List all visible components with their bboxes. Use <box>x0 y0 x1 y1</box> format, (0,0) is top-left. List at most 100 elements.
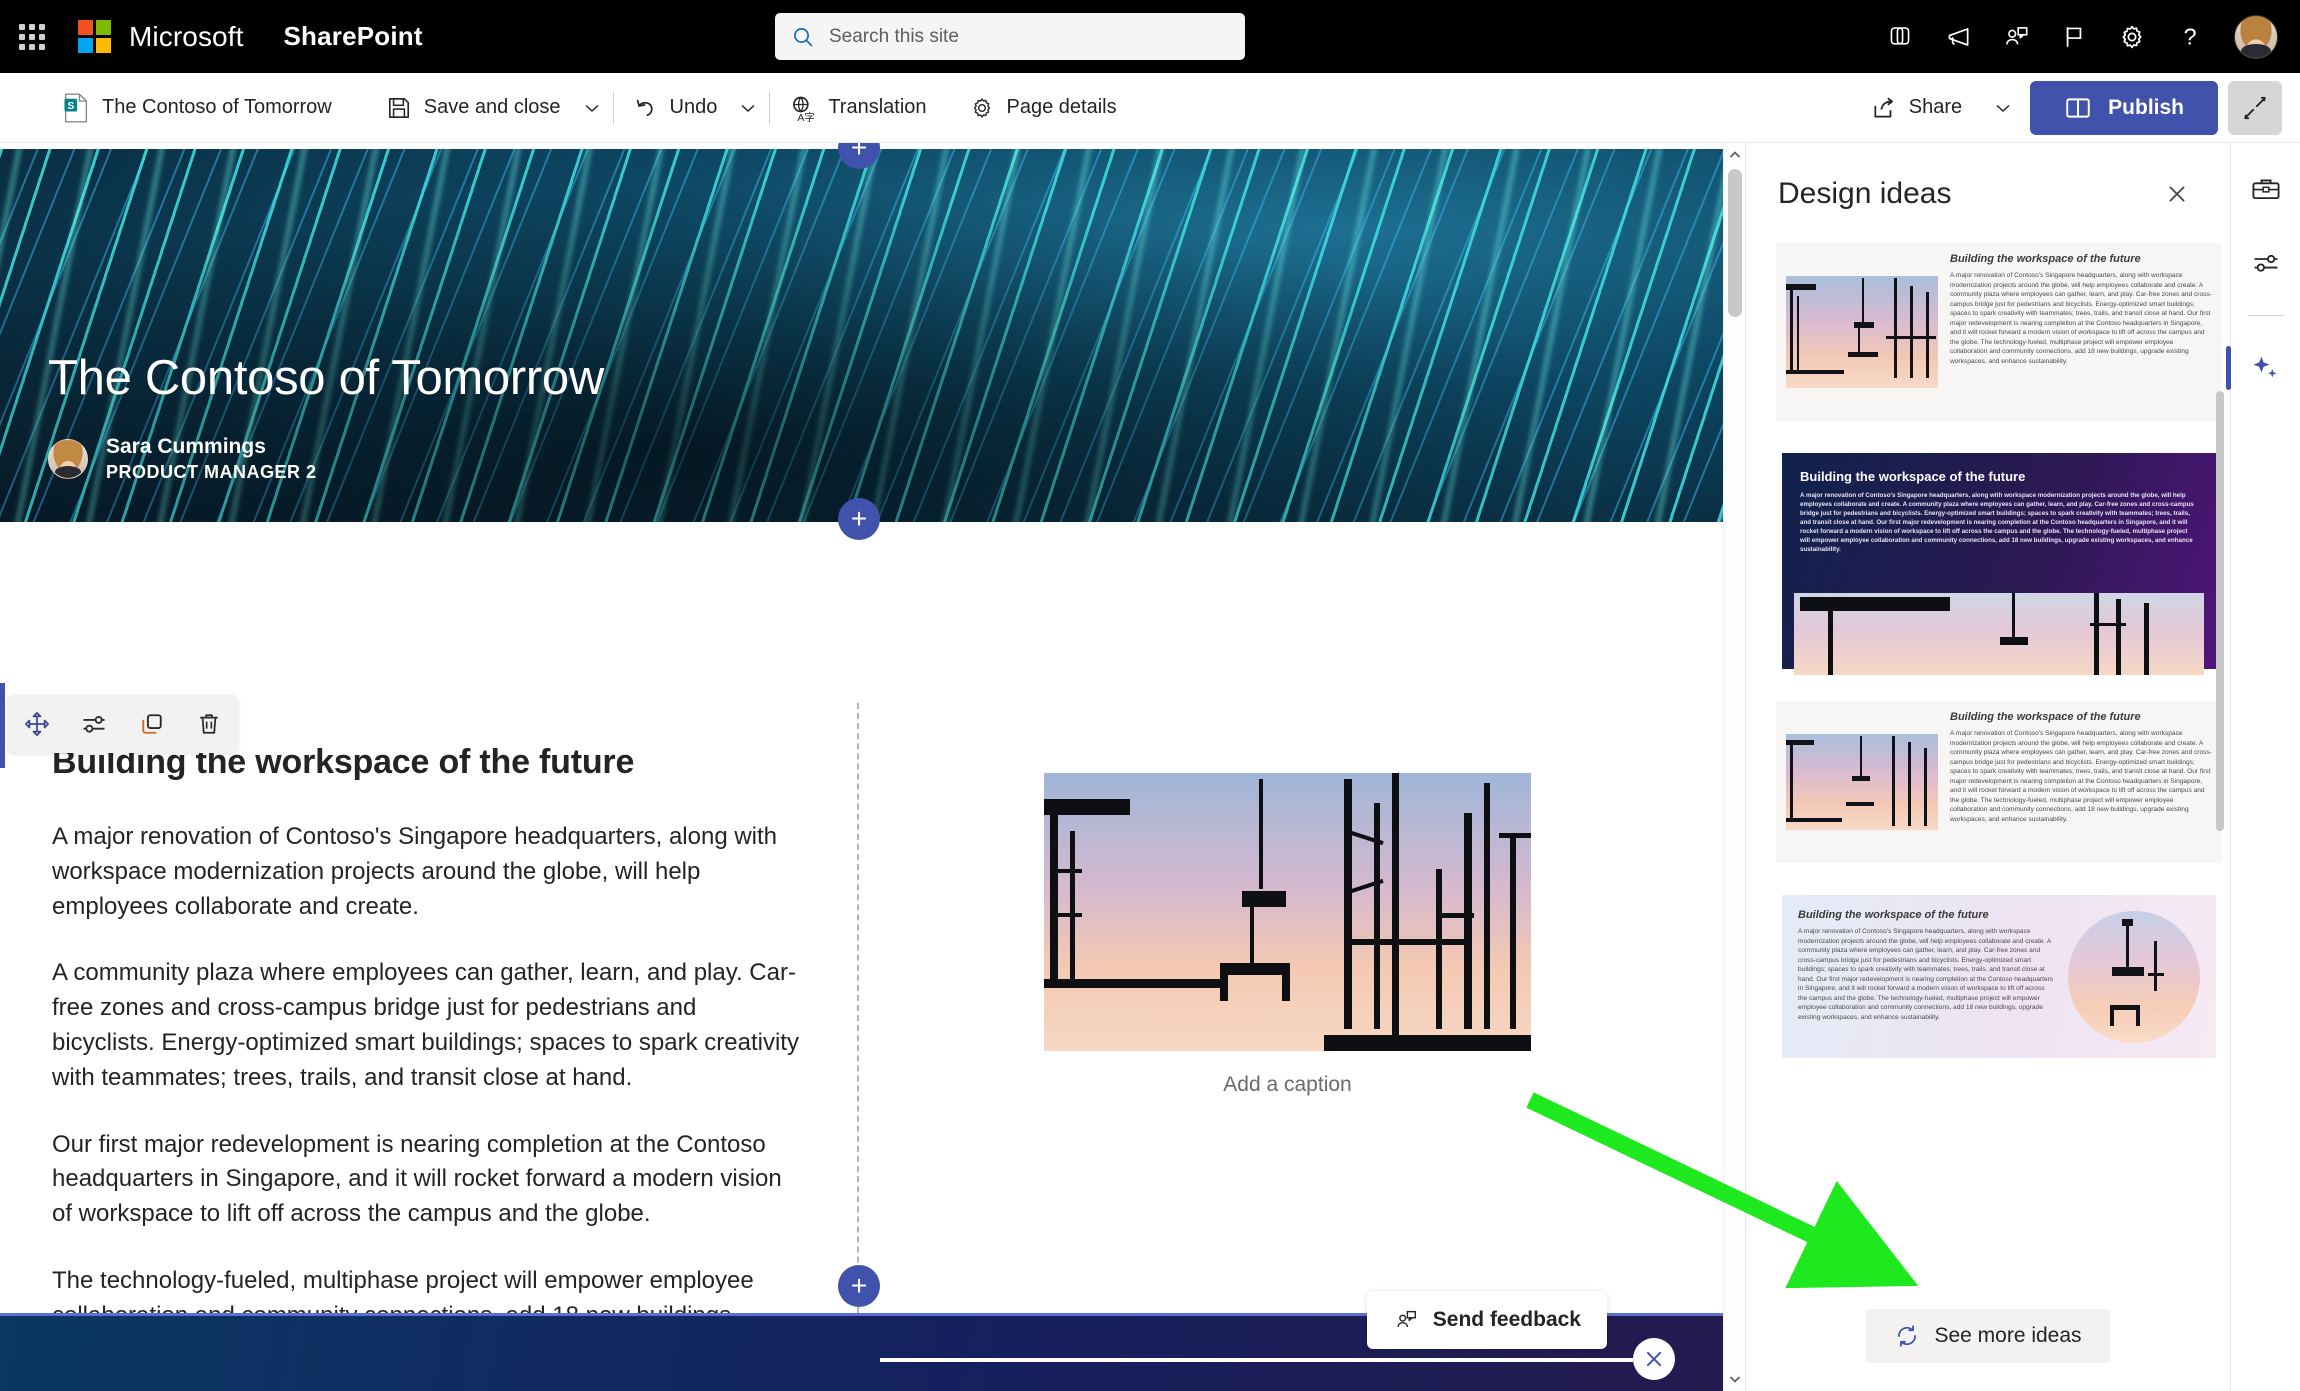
close-icon <box>1646 1351 1662 1367</box>
suite-bar: Microsoft SharePoint Search this site ? <box>0 0 2300 73</box>
duplicate-webpart-button[interactable] <box>129 701 175 747</box>
feedback-icon[interactable] <box>1992 13 2040 61</box>
article-paragraph-3: Our first major redevelopment is nearing… <box>52 1130 782 1228</box>
command-bar-right-group: Share Publish <box>1857 80 2282 135</box>
move-webpart-button[interactable] <box>14 701 60 747</box>
help-icon[interactable]: ? <box>2166 13 2214 61</box>
page-details-label: Page details <box>1006 96 1117 118</box>
microsoft-logo[interactable]: Microsoft <box>78 20 243 53</box>
design-idea-card[interactable]: Building the workspace of the future A m… <box>1776 243 2222 421</box>
design-idea-thumbnail-text: Building the workspace of the future A m… <box>1950 253 2212 411</box>
collapse-icon <box>2244 96 2266 119</box>
design-idea-thumbnail-image <box>1794 593 2204 675</box>
design-idea-body: A major renovation of Contoso's Singapor… <box>1950 730 2212 823</box>
page-details-gear-icon <box>973 97 990 118</box>
toolbox-icon <box>2252 179 2279 200</box>
article-paragraph-1: A major renovation of Contoso's Singapor… <box>52 823 778 920</box>
design-idea-body: A major renovation of Contoso's Singapor… <box>1798 928 2054 1021</box>
panel-idea-list[interactable]: Building the workspace of the future A m… <box>1746 243 2230 1281</box>
svg-text:S: S <box>67 101 74 112</box>
sharepoint-page-icon: S <box>64 92 88 123</box>
text-column[interactable]: Building the workspace of the future A m… <box>0 743 852 1391</box>
design-idea-heading: Building the workspace of the future <box>1950 253 2141 265</box>
edit-webpart-button[interactable] <box>71 701 117 747</box>
right-rail <box>2225 143 2300 1391</box>
collapse-ribbon-button[interactable] <box>2228 80 2282 135</box>
design-idea-card[interactable]: Building the workspace of the future A m… <box>1776 889 2222 1064</box>
panel-footer: See more ideas <box>1746 1281 2230 1391</box>
author-role: PRODUCT MANAGER 2 <box>106 461 317 482</box>
author-name: Sara Cummings <box>106 435 266 459</box>
flag-icon[interactable] <box>2050 13 2098 61</box>
design-ideas-panel: Design ideas Building the workspace of t… <box>1745 143 2230 1391</box>
design-idea-thumbnail-image <box>1786 734 1938 830</box>
author-avatar <box>48 439 88 480</box>
page-name-button[interactable]: S The Contoso of Tomorrow <box>48 84 346 132</box>
share-button[interactable]: Share <box>1857 84 1976 132</box>
scroll-up-arrow-icon[interactable] <box>1728 147 1742 163</box>
footer-close-button[interactable] <box>1633 1338 1675 1380</box>
footer-divider-line <box>880 1358 1633 1362</box>
toolbox-button[interactable] <box>2240 163 2292 215</box>
publish-button[interactable]: Publish <box>2030 80 2218 135</box>
toolbar-divider <box>612 90 614 125</box>
canvas-scrollbar[interactable] <box>1723 143 1745 1391</box>
save-options-chevron-down-icon[interactable] <box>575 84 609 132</box>
undo-options-chevron-down-icon[interactable] <box>731 84 765 132</box>
close-icon <box>2169 186 2185 202</box>
design-idea-card[interactable]: Building the workspace of the future A m… <box>1776 701 2222 863</box>
search-input[interactable]: Search this site <box>775 13 1245 60</box>
add-section-button-middle[interactable]: + <box>838 498 880 540</box>
microsoft-wordmark: Microsoft <box>129 20 244 52</box>
page-name-label: The Contoso of Tomorrow <box>102 96 332 118</box>
byline: Sara Cummings PRODUCT MANAGER 2 <box>48 434 604 484</box>
avatar[interactable] <box>2234 14 2278 59</box>
webpart-properties-button[interactable] <box>2240 237 2292 289</box>
webpart-selection-indicator <box>0 683 5 768</box>
panel-scroll-thumb[interactable] <box>2216 391 2224 831</box>
undo-button[interactable]: Undo <box>618 84 732 132</box>
toolbar-divider-2 <box>769 90 771 125</box>
waffle-icon <box>19 23 45 50</box>
design-idea-thumbnail-image <box>2068 910 2200 1043</box>
hero-webpart[interactable]: The Contoso of Tomorrow Sara Cummings PR… <box>0 149 1723 522</box>
add-section-button-bottom[interactable]: + <box>838 1265 880 1307</box>
save-and-close-button[interactable]: Save and close <box>372 84 575 132</box>
undo-icon <box>636 99 653 116</box>
canvas-scroll-thumb[interactable] <box>1728 169 1742 317</box>
trash-icon <box>200 714 218 734</box>
see-more-ideas-button[interactable]: See more ideas <box>1866 1309 2110 1363</box>
share-chevron-down-icon[interactable] <box>1986 84 2020 132</box>
design-idea-heading: Building the workspace of the future <box>1798 909 1989 921</box>
app-name-sharepoint[interactable]: SharePoint <box>283 21 422 52</box>
megaphone-icon[interactable] <box>1934 13 1982 61</box>
see-more-ideas-label: See more ideas <box>1934 1324 2082 1347</box>
search-placeholder: Search this site <box>829 25 959 47</box>
properties-sliders-icon <box>83 715 105 733</box>
article-paragraph-2: A community plaza where employees can ga… <box>52 959 799 1091</box>
gear-icon[interactable] <box>2108 13 2156 61</box>
hero-text-block: The Contoso of Tomorrow Sara Cummings PR… <box>48 350 604 484</box>
search-icon <box>794 27 813 46</box>
page-canvas: + The Contoso of Tomorrow Sara Cummings … <box>0 143 1723 1391</box>
send-feedback-button[interactable]: Send feedback <box>1366 1291 1607 1349</box>
share-icon <box>1874 97 1893 118</box>
translation-button[interactable]: A 字 Translation <box>774 84 940 132</box>
app-launcher-button[interactable] <box>0 0 64 73</box>
design-ideas-button[interactable] <box>2225 342 2292 394</box>
undo-label: Undo <box>669 96 718 118</box>
delete-webpart-button[interactable] <box>186 701 232 747</box>
article-image[interactable] <box>1044 773 1531 1051</box>
duplicate-icon <box>142 714 162 734</box>
design-idea-card[interactable]: Building the workspace of the future A m… <box>1776 447 2222 675</box>
page-title[interactable]: The Contoso of Tomorrow <box>48 350 604 406</box>
panel-close-button[interactable] <box>2156 173 2198 215</box>
design-idea-body: A major renovation of Contoso's Singapor… <box>1950 272 2212 365</box>
properties-sliders-icon <box>2254 254 2277 272</box>
scroll-down-arrow-icon[interactable] <box>1728 1371 1742 1387</box>
image-caption-placeholder[interactable]: Add a caption <box>872 1073 1703 1097</box>
share-label: Share <box>1908 96 1963 118</box>
page-details-button[interactable]: Page details <box>955 84 1131 132</box>
refresh-icon <box>1898 1325 1917 1347</box>
copilot-icon[interactable] <box>1876 13 1924 61</box>
